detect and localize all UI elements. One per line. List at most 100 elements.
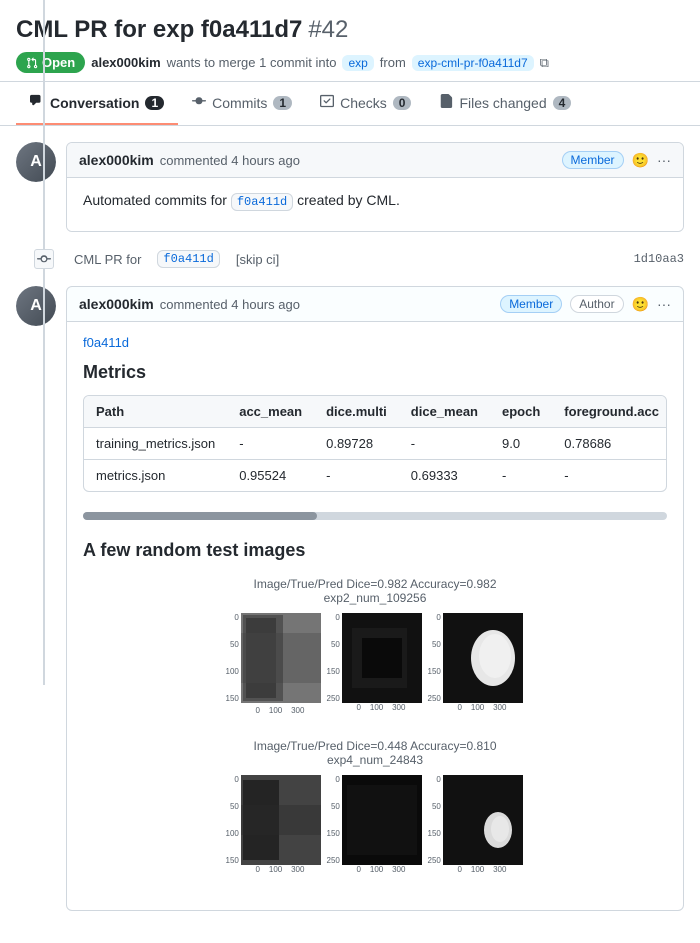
x-axis-1: 0 100 300 — [238, 706, 323, 715]
x-axis-2: 0 100 300 — [339, 703, 424, 712]
second-more-btn[interactable]: ··· — [657, 296, 671, 312]
first-comment-header-left: alex000kim commented 4 hours ago — [79, 152, 300, 168]
metrics-table: Path acc_mean dice.multi dice_mean epoch… — [84, 396, 667, 491]
tab-conversation-count: 1 — [145, 96, 164, 110]
panel1-inner: 050100150 — [226, 613, 321, 706]
image3-svg — [443, 613, 523, 703]
metrics-title: Metrics — [83, 362, 667, 383]
commits-tab-icon — [192, 94, 206, 111]
first-comment-header-right: Member 🙂 ··· — [562, 151, 671, 169]
checks-tab-icon — [320, 94, 334, 111]
col-acc-mean: acc_mean — [227, 396, 314, 428]
more-options-btn[interactable]: ··· — [657, 152, 671, 168]
row2-acc-mean: 0.95524 — [227, 460, 314, 492]
tab-files-changed-label: Files changed — [459, 95, 546, 111]
metrics-section: Metrics Path acc_mean dice.multi dice_me… — [83, 362, 667, 520]
second-comment-author[interactable]: alex000kim — [79, 296, 154, 312]
row1-dice-mean: - — [399, 428, 490, 460]
git-pr-icon — [26, 57, 38, 69]
col-dice-multi: dice.multi — [314, 396, 399, 428]
second-comment-header-right: Member Author 🙂 ··· — [500, 295, 671, 313]
tab-checks[interactable]: Checks 0 — [306, 82, 425, 125]
image1-panels: 050100150 — [83, 613, 667, 715]
row1-epoch: 9.0 — [490, 428, 552, 460]
emoji-reaction-btn[interactable]: 🙂 — [632, 152, 649, 169]
second-comment-container: alex000kim commented 4 hours ago Member … — [66, 286, 684, 911]
second-emoji-btn[interactable]: 🙂 — [632, 296, 649, 313]
y-axis-3: 050150250 — [428, 613, 441, 703]
panel3-wrapper: 050150250 0 100 300 — [428, 613, 525, 715]
image1-caption-line2: exp2_num_109256 — [83, 591, 667, 605]
files-changed-tab-icon — [439, 94, 453, 111]
first-comment-avatar: A — [16, 142, 56, 182]
tab-files-changed-count: 4 — [553, 96, 572, 110]
table-row: metrics.json 0.95524 - 0.69333 - - - - — [84, 460, 667, 492]
pr-title: CML PR for exp f0a411d7 #42 — [16, 16, 684, 44]
row2-dice-mean: 0.69333 — [399, 460, 490, 492]
tab-checks-label: Checks — [340, 95, 387, 111]
pr-subtitle: Open alex000kim wants to merge 1 commit … — [16, 52, 684, 73]
avatar-img: A — [16, 142, 56, 182]
table-row: training_metrics.json - 0.89728 - 9.0 0.… — [84, 428, 667, 460]
y-axis-1: 050100150 — [226, 613, 239, 703]
image2-caption-line1: Image/True/Pred Dice=0.448 Accuracy=0.81… — [83, 739, 667, 753]
commit-skip-ci: [skip ci] — [236, 252, 279, 267]
panel2-wrapper: 050150250 0 100 300 — [327, 613, 424, 715]
image1-svg — [241, 613, 321, 703]
subtitle-from: from — [380, 55, 406, 70]
first-comment-body-text2: created by CML. — [297, 192, 400, 208]
panel4-wrapper: 050100150 — [226, 775, 323, 874]
row2-foreground-acc: - — [552, 460, 667, 492]
commit-timeline: CML PR for f0a411d [skip ci] 1d10aa3 — [16, 248, 684, 270]
image-block-1: Image/True/Pred Dice=0.982 Accuracy=0.98… — [83, 577, 667, 715]
panel6-wrapper: 050150250 0 100 300 — [428, 775, 525, 874]
scrollbar-thumb[interactable] — [83, 512, 317, 520]
col-dice-mean: dice_mean — [399, 396, 490, 428]
image1-caption: Image/True/Pred Dice=0.982 Accuracy=0.98… — [83, 577, 667, 605]
tab-files-changed[interactable]: Files changed 4 — [425, 82, 585, 125]
first-comment-member-badge: Member — [562, 151, 624, 169]
subtitle-user: alex000kim — [91, 55, 160, 70]
tab-conversation[interactable]: Conversation 1 — [16, 82, 178, 125]
row1-acc-mean: - — [227, 428, 314, 460]
base-branch[interactable]: exp — [342, 55, 373, 71]
tab-commits[interactable]: Commits 1 — [178, 82, 306, 125]
image2-svg — [342, 613, 422, 703]
tab-conversation-label: Conversation — [50, 95, 139, 111]
cml-commit-icon — [34, 249, 54, 269]
second-comment-link[interactable]: f0a411d — [83, 335, 129, 350]
panel1-canvas — [241, 613, 321, 706]
second-comment-avatar: A — [16, 286, 56, 326]
first-comment-block: A alex000kim commented 4 hours ago Membe… — [16, 142, 684, 232]
commit-f0a-link[interactable]: f0a411d — [157, 250, 219, 268]
panel2-inner: 050150250 — [327, 613, 422, 703]
table-scrollbar[interactable] — [83, 512, 667, 520]
first-comment-body-text: Automated commits for — [83, 192, 227, 208]
subtitle-text: wants to merge 1 commit into — [167, 55, 337, 70]
row2-epoch: - — [490, 460, 552, 492]
first-comment-header: alex000kim commented 4 hours ago Member … — [67, 143, 683, 178]
image1-caption-line1: Image/True/Pred Dice=0.982 Accuracy=0.98… — [83, 577, 667, 591]
first-comment-code-link[interactable]: f0a411d — [231, 193, 293, 211]
page-header: CML PR for exp f0a411d7 #42 Open alex000… — [0, 0, 700, 82]
head-branch[interactable]: exp-cml-pr-f0a411d7 — [412, 55, 534, 71]
copy-icon[interactable]: ⧉ — [540, 55, 549, 71]
metrics-table-wrapper: Path acc_mean dice.multi dice_mean epoch… — [83, 395, 667, 492]
content-area: A alex000kim commented 4 hours ago Membe… — [0, 126, 700, 943]
random-images-section: A few random test images Image/True/Pred… — [83, 540, 667, 874]
x-axis-6: 0 100 300 — [440, 865, 525, 874]
x-axis-3: 0 100 300 — [440, 703, 525, 712]
image2-caption: Image/True/Pred Dice=0.448 Accuracy=0.81… — [83, 739, 667, 767]
first-comment-author[interactable]: alex000kim — [79, 152, 154, 168]
panel3-inner: 050150250 — [428, 613, 523, 703]
tabs-bar: Conversation 1 Commits 1 Checks 0 Files … — [0, 82, 700, 126]
row2-path: metrics.json — [84, 460, 227, 492]
row1-path: training_metrics.json — [84, 428, 227, 460]
tab-commits-label: Commits — [212, 95, 267, 111]
commit-sha[interactable]: 1d10aa3 — [634, 252, 684, 266]
tab-checks-count: 0 — [393, 96, 412, 110]
panel1-wrapper: 050100150 — [226, 613, 323, 715]
y-axis-2: 050150250 — [327, 613, 340, 703]
commit-item: CML PR for f0a411d [skip ci] 1d10aa3 — [74, 248, 684, 270]
panel5-wrapper: 050150250 0 100 300 — [327, 775, 424, 874]
